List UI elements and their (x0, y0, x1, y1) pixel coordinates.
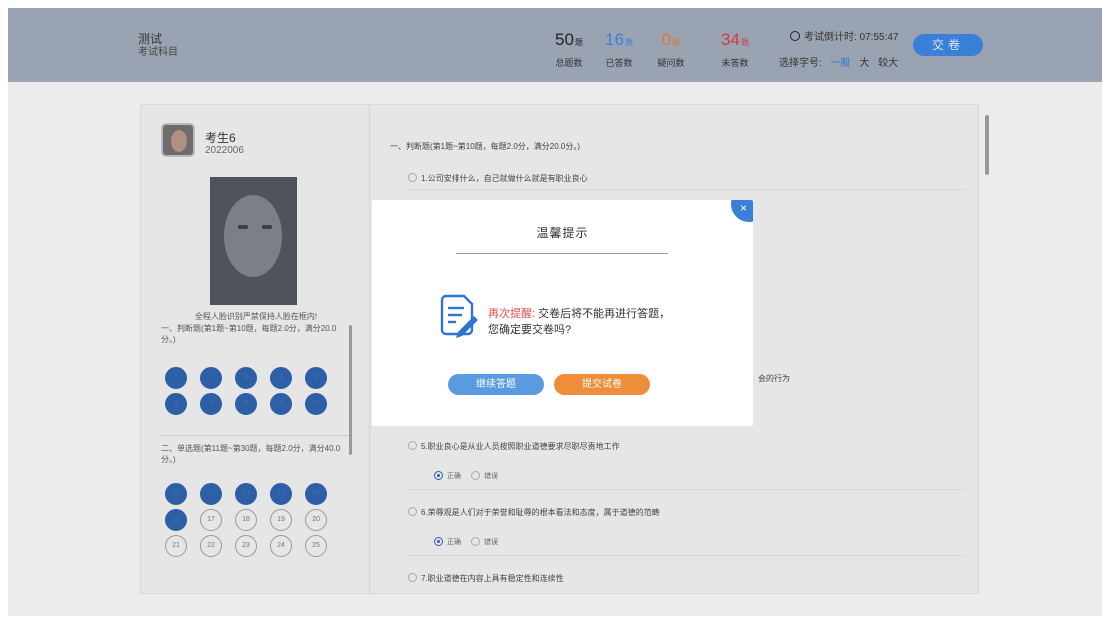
exam-window: 测试 考试科目 50题 总题数 16题 已答数 0题 疑问数 34题 未答数 考… (8, 8, 1102, 616)
stat-doubt-num: 0 (661, 30, 672, 49)
confirm-submit-button[interactable]: 提交试卷 (554, 374, 650, 395)
question-6-wrong-radio[interactable] (471, 537, 480, 546)
countdown-label: 考试倒计时: 07:55:47 (804, 32, 899, 43)
question-bubble-20[interactable]: 20 (305, 509, 327, 531)
exam-header: 测试 考试科目 50题 总题数 16题 已答数 0题 疑问数 34题 未答数 考… (8, 8, 1102, 82)
right-scrollbar[interactable] (985, 115, 989, 175)
question-1[interactable]: 1.公司安排什么，自己就做什么就是有职业良心 (408, 173, 588, 184)
dialog-title: 温馨提示 (536, 226, 589, 240)
left-scrollbar[interactable] (349, 325, 352, 455)
face-notice: 全程人脸识别严禁保持人脸在框内! (194, 312, 318, 321)
face-camera-feed (210, 177, 297, 305)
answer-sheet-panel: 考生6 2022006 全程人脸识别严禁保持人脸在框内! 一、判断题(第1题~第… (141, 105, 359, 595)
question-6-options: 正确 错误 (434, 537, 498, 547)
question-bubble-5[interactable]: 5 (305, 367, 327, 389)
question-section-header: 一、判断题(第1题~第10题，每题2.0分，满分20.0分。) (390, 142, 581, 151)
question-bubble-14[interactable]: 14 (270, 483, 292, 505)
font-size-label: 选择字号: (779, 58, 822, 69)
question-bubble-17[interactable]: 17 (200, 509, 222, 531)
question-bubble-18[interactable]: 18 (235, 509, 257, 531)
stat-unanswered: 34题 未答数 (708, 30, 762, 69)
countdown: 考试倒计时: 07:55:47 (790, 28, 898, 43)
question-bubble-10[interactable]: 10 (305, 393, 327, 415)
question-bubble-9[interactable]: 9 (270, 393, 292, 415)
question-5-flag[interactable] (408, 441, 417, 450)
question-bubble-11[interactable]: 11 (165, 483, 187, 505)
question-bubble-1[interactable]: 1 (165, 367, 187, 389)
stat-unanswered-num: 34 (721, 30, 740, 49)
font-size-selector: 选择字号: 一般 大 较大 (779, 54, 898, 69)
header-submit-button[interactable]: 交卷 (913, 34, 983, 56)
stat-doubt-label: 疑问数 (657, 58, 685, 68)
question-bubble-3[interactable]: 3 (235, 367, 257, 389)
section-divider (159, 435, 349, 436)
close-icon: × (740, 201, 748, 215)
exam-subject: 考试科目 (138, 47, 178, 58)
stat-answered-num: 16 (605, 30, 624, 49)
question-bubble-13[interactable]: 13 (235, 483, 257, 505)
stat-answered-label: 已答数 (605, 58, 633, 68)
question-7[interactable]: 7.职业道德在内容上具有稳定性和连续性 (408, 573, 564, 584)
stat-doubt: 0题 疑问数 (644, 30, 698, 69)
close-button[interactable]: × (731, 200, 753, 222)
question-bubble-19[interactable]: 19 (270, 509, 292, 531)
section-1-bubbles: 1 2 3 4 5 6 7 8 9 10 (165, 367, 340, 427)
clock-icon (790, 31, 800, 41)
question-bubble-25[interactable]: 25 (305, 535, 327, 557)
question-bubble-4[interactable]: 4 (270, 367, 292, 389)
section-1-title: 一、判断题(第1题~第10题，每题2.0分，满分20.0分。) (161, 324, 337, 344)
font-size-large[interactable]: 大 (859, 58, 869, 69)
exam-title: 测试 (138, 32, 163, 46)
question-5[interactable]: 5.职业良心是从业人员按照职业道德要求尽职尽责地工作 (408, 441, 620, 452)
font-size-normal[interactable]: 一般 (831, 58, 851, 69)
question-5-wrong-radio[interactable] (471, 471, 480, 480)
question-6[interactable]: 6.荣辱观是人们对于荣誉和耻辱的根本看法和态度，属于道德的范畴 (408, 507, 660, 518)
stat-unanswered-label: 未答数 (721, 58, 749, 68)
question-bubble-22[interactable]: 22 (200, 535, 222, 557)
candidate-exam-no: 2022006 (205, 145, 244, 156)
question-5-options: 正确 错误 (434, 471, 498, 481)
question-6-flag[interactable] (408, 507, 417, 516)
question-bubble-16[interactable]: 16 (165, 509, 187, 531)
stat-answered: 16题 已答数 (592, 30, 646, 69)
avatar (161, 123, 195, 157)
confirm-submit-dialog: × 温馨提示 再次提醒: 交卷后将不能再进行答题，您确定要交卷吗? 继续答题 提… (372, 200, 753, 426)
section-2-bubbles: 11 12 13 14 15 16 17 18 19 20 21 22 23 24 25 (165, 483, 340, 603)
question-5-correct-radio[interactable] (434, 471, 443, 480)
question-bubble-12[interactable]: 12 (200, 483, 222, 505)
dialog-message: 再次提醒: 交卷后将不能再进行答题，您确定要交卷吗? (488, 306, 674, 338)
question-bubble-24[interactable]: 24 (270, 535, 292, 557)
question-bubble-8[interactable]: 8 (235, 393, 257, 415)
question-bubble-15[interactable]: 15 (305, 483, 327, 505)
exam-title-block: 测试 考试科目 (138, 32, 178, 60)
question-bubble-6[interactable]: 6 (165, 393, 187, 415)
edit-document-icon (438, 292, 478, 338)
question-bubble-7[interactable]: 7 (200, 393, 222, 415)
continue-answering-button[interactable]: 继续答题 (448, 374, 544, 395)
stat-total: 50题 总题数 (542, 30, 596, 69)
stat-total-num: 50 (555, 30, 574, 49)
question-bubble-21[interactable]: 21 (165, 535, 187, 557)
candidate-name: 考生6 (205, 131, 236, 145)
question-bubble-2[interactable]: 2 (200, 367, 222, 389)
question-bubble-23[interactable]: 23 (235, 535, 257, 557)
question-fragment: 会的行为 (758, 374, 790, 383)
dialog-title-divider (456, 253, 668, 254)
question-7-flag[interactable] (408, 573, 417, 582)
question-6-correct-radio[interactable] (434, 537, 443, 546)
dialog-highlight: 再次提醒: (488, 308, 536, 320)
question-1-flag[interactable] (408, 173, 417, 182)
section-2-title: 二、单选题(第11题~第30题，每题2.0分，满分40.0分。) (161, 444, 341, 464)
stat-total-label: 总题数 (555, 58, 583, 68)
font-size-xlarge[interactable]: 较大 (878, 58, 898, 69)
